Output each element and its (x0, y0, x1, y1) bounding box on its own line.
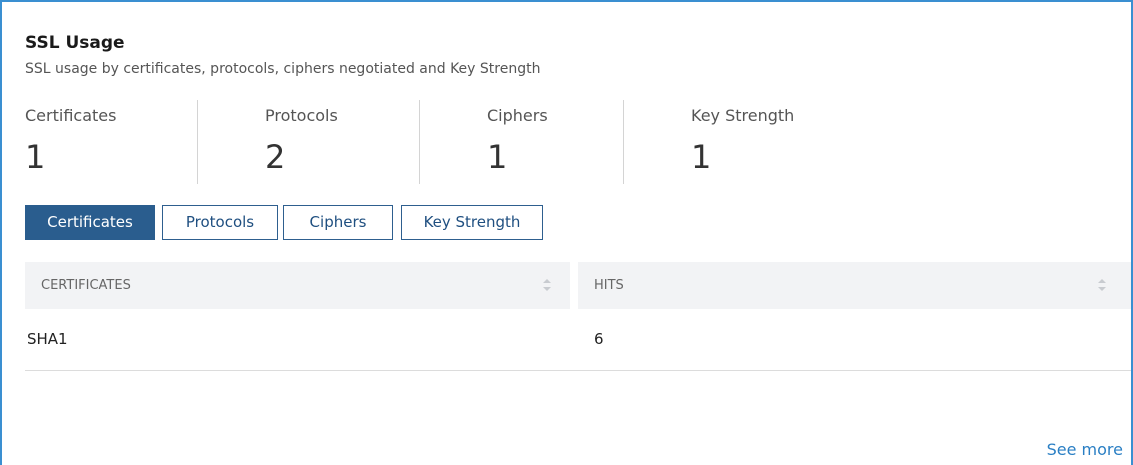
metric-certificates: Certificates 1 (25, 100, 195, 184)
metric-value: 1 (25, 138, 46, 176)
metric-value: 1 (691, 138, 712, 176)
metric-divider (419, 100, 420, 184)
column-header-hits[interactable]: HITS (578, 262, 1131, 309)
panel-subtitle: SSL usage by certificates, protocols, ci… (25, 61, 541, 77)
ssl-usage-panel: SSL Usage SSL usage by certificates, pro… (0, 0, 1133, 465)
metric-divider (623, 100, 624, 184)
summary-metrics: Certificates 1 Protocols 2 Ciphers 1 Key… (25, 100, 925, 184)
metric-label: Certificates (25, 106, 117, 125)
metric-label: Protocols (265, 106, 338, 125)
metric-protocols: Protocols 2 (265, 100, 415, 184)
table-row: SHA1 6 (25, 309, 1131, 371)
metric-label: Key Strength (691, 106, 795, 125)
metric-divider (197, 100, 198, 184)
column-header-label: CERTIFICATES (41, 278, 131, 293)
column-header-label: HITS (594, 278, 624, 293)
metric-label: Ciphers (487, 106, 548, 125)
sort-icon (543, 279, 551, 291)
see-more-link[interactable]: See more (1047, 439, 1123, 461)
cell-hits: 6 (594, 330, 604, 348)
sort-icon (1098, 279, 1106, 291)
table-header: CERTIFICATES HITS (25, 262, 1131, 309)
tab-certificates[interactable]: Certificates (25, 205, 155, 240)
metric-key-strength: Key Strength 1 (691, 100, 891, 184)
tab-key-strength[interactable]: Key Strength (401, 205, 543, 240)
tab-ciphers[interactable]: Ciphers (283, 205, 393, 240)
cell-certificate: SHA1 (27, 330, 68, 348)
metric-value: 1 (487, 138, 508, 176)
tab-protocols[interactable]: Protocols (162, 205, 278, 240)
panel-title: SSL Usage (25, 33, 125, 53)
metric-ciphers: Ciphers 1 (487, 100, 617, 184)
metric-value: 2 (265, 138, 286, 176)
column-header-certificates[interactable]: CERTIFICATES (25, 262, 570, 309)
